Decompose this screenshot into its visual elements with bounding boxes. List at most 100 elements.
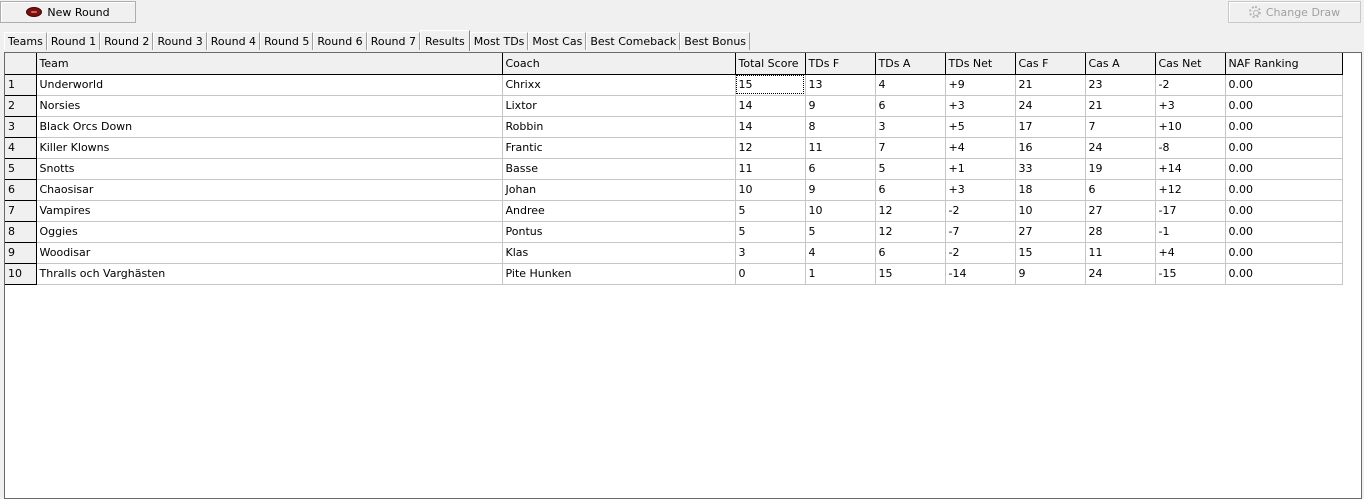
cell-tds-a[interactable]: 15	[875, 263, 946, 285]
cell-tds-net[interactable]: +9	[945, 74, 1016, 96]
cell-naf-ranking[interactable]: 0.00	[1225, 179, 1343, 201]
cell-tds-net[interactable]: -7	[945, 221, 1016, 243]
cell-cas-net[interactable]: +10	[1155, 116, 1226, 138]
cell-cas-net[interactable]: -17	[1155, 200, 1226, 222]
cell-tds-a[interactable]: 6	[875, 242, 946, 264]
cell-coach[interactable]: Lixtor	[502, 95, 736, 117]
row-header[interactable]: 5	[5, 158, 37, 180]
row-header[interactable]: 1	[5, 74, 37, 96]
cell-cas-net[interactable]: -8	[1155, 137, 1226, 159]
cell-cas-net[interactable]: +14	[1155, 158, 1226, 180]
tab-teams[interactable]: Teams	[4, 32, 47, 50]
cell-team[interactable]: Snotts	[36, 158, 503, 180]
cell-cas-net[interactable]: -1	[1155, 221, 1226, 243]
cell-naf-ranking[interactable]: 0.00	[1225, 221, 1343, 243]
cell-naf-ranking[interactable]: 0.00	[1225, 158, 1343, 180]
cell-cas-f[interactable]: 16	[1015, 137, 1086, 159]
cell-team[interactable]: Vampires	[36, 200, 503, 222]
cell-team[interactable]: Thralls och Varghästen	[36, 263, 503, 285]
cell-naf-ranking[interactable]: 0.00	[1225, 74, 1343, 96]
row-header[interactable]: 9	[5, 242, 37, 264]
tab-round-3[interactable]: Round 3	[153, 32, 207, 50]
cell-coach[interactable]: Basse	[502, 158, 736, 180]
cell-tds-a[interactable]: 7	[875, 137, 946, 159]
tab-round-2[interactable]: Round 2	[100, 32, 154, 50]
tab-round-7[interactable]: Round 7	[366, 32, 420, 50]
column-header-coach[interactable]: Coach	[502, 53, 736, 75]
column-header-tds-net[interactable]: TDs Net	[945, 53, 1016, 75]
cell-cas-f[interactable]: 9	[1015, 263, 1086, 285]
tab-round-4[interactable]: Round 4	[206, 32, 261, 50]
cell-coach[interactable]: Pontus	[502, 221, 736, 243]
column-header-cas-f[interactable]: Cas F	[1015, 53, 1086, 75]
column-header-team[interactable]: Team	[36, 53, 503, 75]
cell-naf-ranking[interactable]: 0.00	[1225, 242, 1343, 264]
tab-most-tds[interactable]: Most TDs	[469, 32, 529, 50]
cell-total-score[interactable]: 5	[735, 200, 806, 222]
cell-cas-net[interactable]: +4	[1155, 242, 1226, 264]
cell-tds-net[interactable]: -14	[945, 263, 1016, 285]
cell-total-score[interactable]: 3	[735, 242, 806, 264]
cell-tds-a[interactable]: 5	[875, 158, 946, 180]
cell-cas-a[interactable]: 27	[1085, 200, 1156, 222]
cell-cas-a[interactable]: 21	[1085, 95, 1156, 117]
cell-total-score[interactable]: 12	[735, 137, 806, 159]
cell-cas-a[interactable]: 24	[1085, 263, 1156, 285]
cell-coach[interactable]: Andree	[502, 200, 736, 222]
cell-cas-a[interactable]: 6	[1085, 179, 1156, 201]
cell-tds-a[interactable]: 12	[875, 221, 946, 243]
cell-tds-a[interactable]: 6	[875, 179, 946, 201]
cell-tds-net[interactable]: +3	[945, 95, 1016, 117]
tab-results[interactable]: Results	[420, 30, 470, 51]
cell-naf-ranking[interactable]: 0.00	[1225, 116, 1343, 138]
cell-team[interactable]: Norsies	[36, 95, 503, 117]
cell-cas-a[interactable]: 7	[1085, 116, 1156, 138]
cell-team[interactable]: Killer Klowns	[36, 137, 503, 159]
cell-tds-f[interactable]: 13	[805, 74, 876, 96]
cell-total-score[interactable]: 11	[735, 158, 806, 180]
cell-team[interactable]: Black Orcs Down	[36, 116, 503, 138]
cell-tds-net[interactable]: +4	[945, 137, 1016, 159]
cell-naf-ranking[interactable]: 0.00	[1225, 200, 1343, 222]
cell-cas-f[interactable]: 27	[1015, 221, 1086, 243]
cell-team[interactable]: Chaosisar	[36, 179, 503, 201]
cell-tds-f[interactable]: 4	[805, 242, 876, 264]
cell-cas-net[interactable]: +12	[1155, 179, 1226, 201]
cell-naf-ranking[interactable]: 0.00	[1225, 137, 1343, 159]
cell-tds-f[interactable]: 11	[805, 137, 876, 159]
column-header-tds-a[interactable]: TDs A	[875, 53, 946, 75]
cell-cas-a[interactable]: 11	[1085, 242, 1156, 264]
cell-cas-a[interactable]: 24	[1085, 137, 1156, 159]
row-header[interactable]: 3	[5, 116, 37, 138]
cell-cas-a[interactable]: 19	[1085, 158, 1156, 180]
cell-total-score[interactable]: 14	[735, 95, 806, 117]
column-header-total-score[interactable]: Total Score	[735, 53, 806, 75]
cell-tds-f[interactable]: 5	[805, 221, 876, 243]
cell-cas-f[interactable]: 24	[1015, 95, 1086, 117]
cell-coach[interactable]: Chrixx	[502, 74, 736, 96]
cell-cas-f[interactable]: 33	[1015, 158, 1086, 180]
cell-tds-net[interactable]: +3	[945, 179, 1016, 201]
tab-round-6[interactable]: Round 6	[313, 32, 367, 50]
tab-best-bonus[interactable]: Best Bonus	[680, 32, 751, 50]
column-header-cas-a[interactable]: Cas A	[1085, 53, 1156, 75]
cell-tds-a[interactable]: 4	[875, 74, 946, 96]
cell-tds-net[interactable]: +1	[945, 158, 1016, 180]
cell-cas-a[interactable]: 23	[1085, 74, 1156, 96]
tab-round-1[interactable]: Round 1	[46, 32, 101, 50]
cell-coach[interactable]: Pite Hunken	[502, 263, 736, 285]
column-header-cas-net[interactable]: Cas Net	[1155, 53, 1226, 75]
row-header[interactable]: 7	[5, 200, 37, 222]
cell-tds-f[interactable]: 1	[805, 263, 876, 285]
cell-tds-a[interactable]: 12	[875, 200, 946, 222]
cell-team[interactable]: Underworld	[36, 74, 503, 96]
tab-best-comeback[interactable]: Best Comeback	[586, 32, 681, 50]
cell-tds-a[interactable]: 3	[875, 116, 946, 138]
new-round-button[interactable]: New Round	[0, 1, 136, 23]
column-header-tds-f[interactable]: TDs F	[805, 53, 876, 75]
cell-cas-a[interactable]: 28	[1085, 221, 1156, 243]
change-draw-button[interactable]: Change Draw	[1228, 1, 1361, 23]
cell-cas-f[interactable]: 15	[1015, 242, 1086, 264]
cell-total-score[interactable]: 10	[735, 179, 806, 201]
cell-cas-net[interactable]: -15	[1155, 263, 1226, 285]
